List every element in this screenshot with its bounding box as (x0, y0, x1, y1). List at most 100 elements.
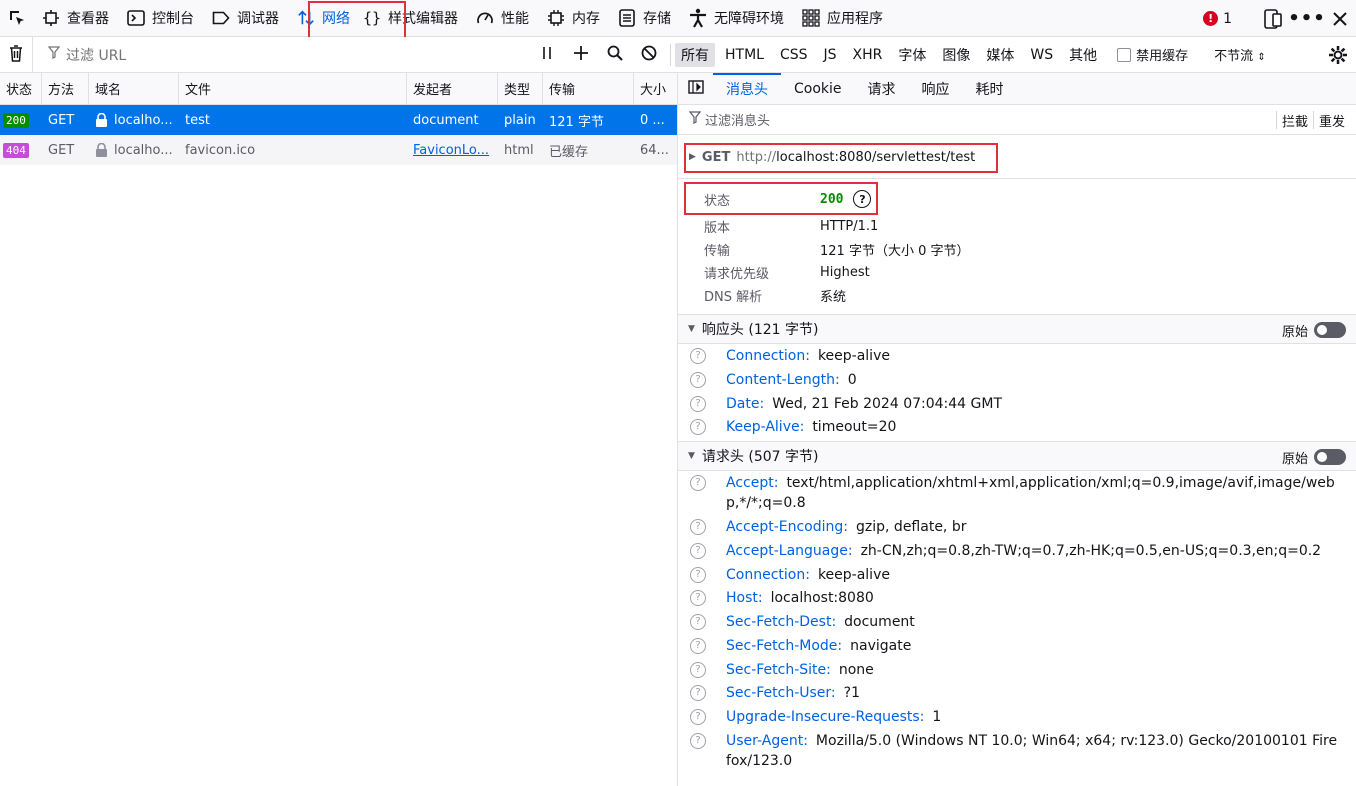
help-icon[interactable]: ? (690, 709, 706, 725)
filter-type-media[interactable]: 媒体 (980, 43, 1020, 67)
toggle-sidebar-button[interactable] (678, 73, 713, 105)
block-button[interactable]: 拦截 (1277, 111, 1313, 130)
tab-console[interactable]: 控制台 (118, 0, 203, 37)
help-icon[interactable]: ? (690, 638, 706, 654)
error-count-badge[interactable]: ! 1 (1203, 11, 1232, 27)
tab-cookies[interactable]: Cookie (781, 73, 855, 105)
filter-type-html[interactable]: HTML (719, 43, 770, 67)
column-header-domain[interactable]: 域名 (89, 73, 179, 104)
tab-label: 性能 (501, 11, 529, 27)
filter-type-other[interactable]: 其他 (1063, 43, 1103, 67)
status-cell: 404 (0, 135, 42, 165)
request-url-summary[interactable]: ▶ GET http:// localhost:8080/servlettest… (678, 136, 1356, 179)
help-icon[interactable]: ? (853, 190, 872, 208)
tab-debugger[interactable]: 调试器 (203, 0, 288, 37)
column-header-transfer[interactable]: 传输 (543, 73, 634, 104)
help-icon[interactable]: ? (690, 348, 706, 364)
header-name: Sec-Fetch-Site: (726, 662, 831, 678)
dock-side-icon[interactable] (1256, 8, 1290, 29)
header-value: 0 (847, 372, 857, 388)
request-row[interactable]: 200 GET localho... test document plain 1… (0, 105, 677, 135)
filter-type-xhr[interactable]: XHR (847, 43, 889, 67)
help-icon[interactable]: ? (690, 662, 706, 678)
column-header-status[interactable]: 状态 (0, 73, 42, 104)
tab-label: 内存 (572, 11, 600, 27)
help-icon[interactable]: ? (690, 567, 706, 583)
clear-requests-button[interactable] (0, 36, 33, 73)
throttle-select[interactable]: 不节流 ⇕ (1214, 45, 1266, 64)
more-options-icon[interactable]: ••• (1288, 8, 1325, 29)
settings-gear-icon[interactable] (1328, 45, 1348, 69)
search-button[interactable] (598, 37, 632, 73)
tab-headers[interactable]: 消息头 (713, 72, 781, 105)
raw-toggle[interactable]: 原始 (1282, 442, 1346, 472)
help-icon[interactable]: ? (690, 590, 706, 606)
tab-inspector[interactable]: 查看器 (33, 0, 118, 37)
help-icon[interactable]: ? (690, 519, 706, 535)
tab-storage[interactable]: 存储 (609, 0, 680, 37)
request-row[interactable]: 404 GET localho... favicon.ico FaviconLo… (0, 135, 677, 165)
resend-button[interactable]: 重发 (1314, 111, 1350, 130)
headers-filter-input[interactable]: 过滤消息头 拦截 重发 (678, 105, 1356, 135)
initiator-cell: FaviconLo... (407, 135, 498, 165)
close-icon[interactable] (1324, 11, 1356, 26)
summary-key: 版本 (704, 220, 731, 236)
type-cell: html (504, 142, 534, 158)
tab-performance[interactable]: 性能 (467, 0, 538, 37)
tab-label: 样式编辑器 (388, 11, 458, 27)
filter-type-css[interactable]: CSS (774, 43, 814, 67)
filter-type-ws[interactable]: WS (1024, 43, 1059, 67)
tab-accessibility[interactable]: 无障碍环境 (680, 0, 793, 37)
header-row: ? Upgrade-Insecure-Requests: 1 (690, 707, 1340, 727)
lock-icon (96, 113, 107, 127)
filter-type-all[interactable]: 所有 (675, 42, 715, 67)
domain-cell: localho... (89, 105, 179, 135)
help-icon[interactable]: ? (690, 372, 706, 388)
column-header-file[interactable]: 文件 (179, 73, 407, 104)
help-icon[interactable]: ? (690, 419, 706, 435)
url-filter-input[interactable]: 过滤 URL (33, 45, 530, 65)
filter-type-images[interactable]: 图像 (936, 43, 976, 67)
tab-application[interactable]: 应用程序 (793, 0, 892, 37)
help-icon[interactable]: ? (690, 543, 706, 559)
header-name: User-Agent: (726, 733, 808, 749)
help-icon[interactable]: ? (690, 396, 706, 412)
panel-splitter[interactable] (677, 73, 678, 786)
error-count: 1 (1223, 10, 1232, 27)
response-headers-section[interactable]: ▼ 响应头 (121 字节) 原始 (678, 314, 1356, 344)
disable-cache-checkbox[interactable]: 禁用缓存 (1117, 45, 1188, 64)
help-icon[interactable]: ? (690, 733, 706, 749)
help-icon[interactable]: ? (690, 685, 706, 701)
filter-type-js[interactable]: JS (818, 43, 843, 67)
tab-response[interactable]: 响应 (909, 73, 963, 105)
column-header-type[interactable]: 类型 (498, 73, 543, 104)
summary-key: 状态 (704, 193, 731, 209)
header-name: Accept-Encoding: (726, 519, 849, 535)
tab-request[interactable]: 请求 (855, 73, 909, 105)
url-path: localhost:8080/servlettest/test (776, 149, 976, 165)
request-headers-section[interactable]: ▼ 请求头 (507 字节) 原始 (678, 441, 1356, 471)
header-row: ? Sec-Fetch-Mode: navigate (690, 636, 1340, 656)
application-icon (802, 9, 820, 27)
tab-timings[interactable]: 耗时 (963, 73, 1017, 105)
help-icon[interactable]: ? (690, 475, 706, 491)
element-picker-icon[interactable] (0, 0, 33, 37)
column-header-method[interactable]: 方法 (42, 73, 89, 104)
header-name: Connection: (726, 348, 810, 364)
header-name: Keep-Alive: (726, 419, 805, 435)
pause-recording-button[interactable] (530, 37, 564, 73)
column-header-size[interactable]: 大小 (634, 73, 677, 104)
block-requests-button[interactable] (632, 37, 666, 73)
header-value: Wed, 21 Feb 2024 07:04:44 GMT (772, 396, 1002, 412)
tab-network[interactable]: 网络 (288, 0, 359, 37)
column-header-initiator[interactable]: 发起者 (407, 73, 498, 104)
filter-type-fonts[interactable]: 字体 (892, 43, 932, 67)
expand-triangle-icon: ▶ (689, 152, 696, 162)
add-request-button[interactable] (564, 37, 598, 73)
tab-memory[interactable]: 内存 (538, 0, 609, 37)
initiator-link[interactable]: FaviconLo... (413, 143, 489, 158)
raw-label: 原始 (1281, 324, 1308, 340)
tab-style-editor[interactable]: {} 样式编辑器 (359, 0, 467, 37)
raw-toggle[interactable]: 原始 (1282, 315, 1346, 345)
help-icon[interactable]: ? (690, 614, 706, 630)
